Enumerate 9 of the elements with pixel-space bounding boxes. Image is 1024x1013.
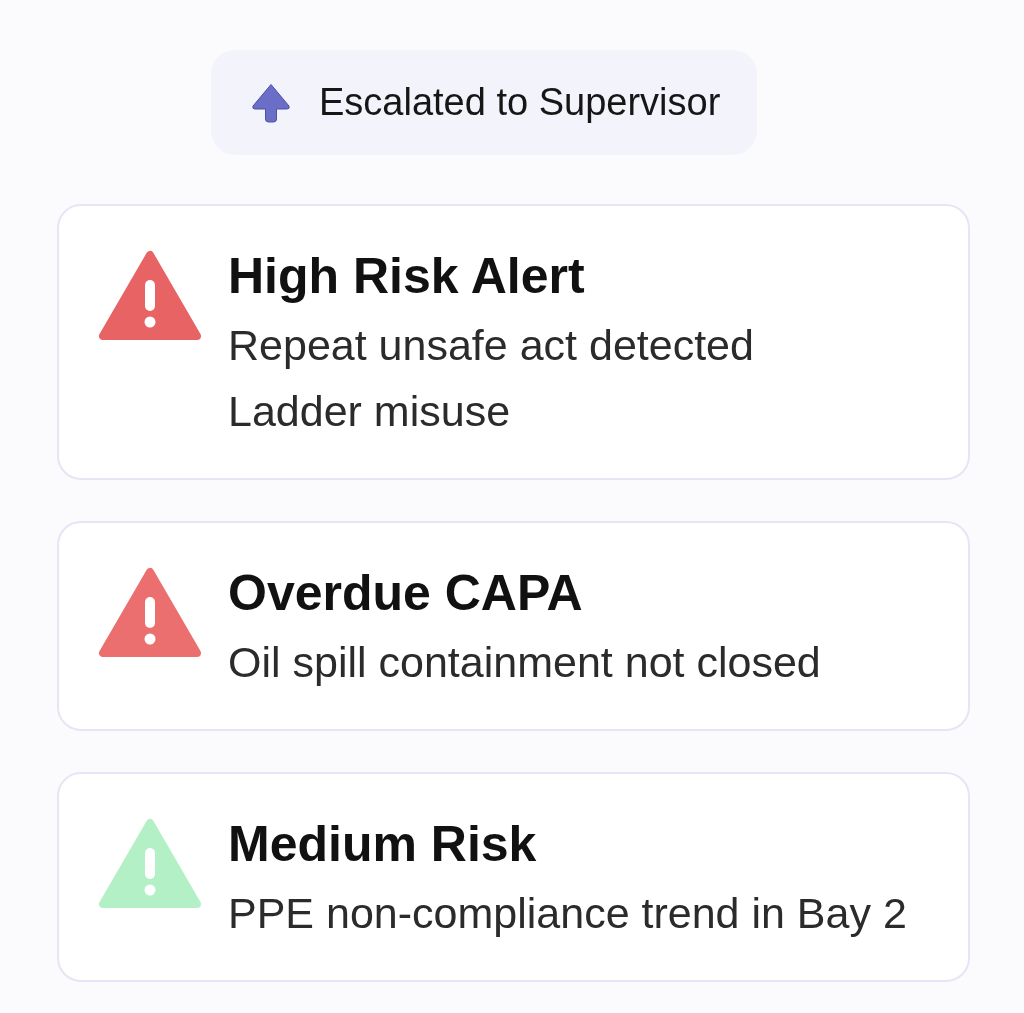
alert-title: Medium Risk: [228, 815, 538, 874]
alert-description: Repeat unsafe act detected: [228, 320, 754, 371]
alert-description: Ladder misuse: [228, 386, 512, 437]
alert-title: High Risk Alert: [228, 247, 586, 306]
alert-description: Oil spill containment not closed: [228, 637, 821, 688]
alert-title: Overdue CAPA: [228, 564, 584, 623]
escalation-label: Escalated to Supervisor: [319, 79, 721, 125]
alert-description: PPE non-compliance trend in Bay 2: [228, 888, 907, 939]
up-arrow-icon: [251, 82, 291, 123]
